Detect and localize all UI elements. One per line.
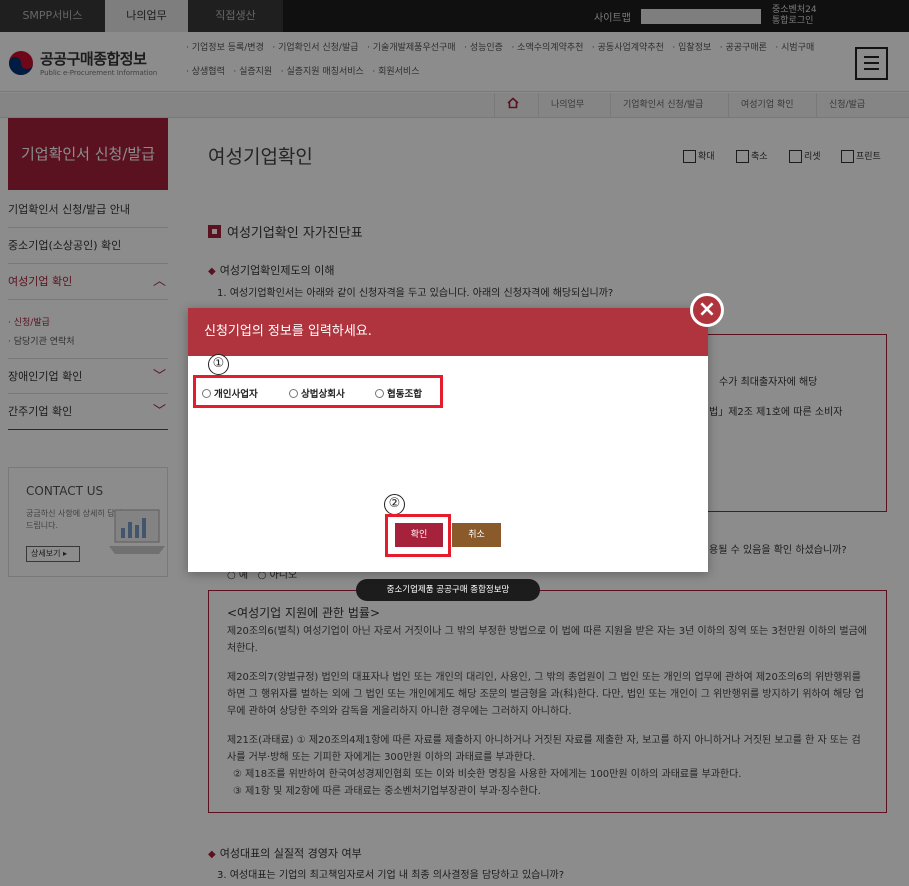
radio-icon[interactable] [202, 389, 211, 398]
option-label: 개인사업자 [214, 389, 258, 400]
modal-title: 신청기업의 정보를 입력하세요. [188, 308, 708, 356]
company-type-options: 개인사업자 상법상회사 협동조합 [193, 375, 443, 408]
callout-2: ② [384, 494, 405, 515]
option-label: 상법상회사 [301, 389, 345, 400]
option-sole-proprietor[interactable]: 개인사업자 [202, 386, 258, 400]
option-cooperative[interactable]: 협동조합 [375, 386, 422, 400]
callout-1: ① [208, 354, 229, 375]
radio-icon[interactable] [289, 389, 298, 398]
radio-icon[interactable] [375, 389, 384, 398]
company-info-modal: 신청기업의 정보를 입력하세요. ① 개인사업자 상법상회사 협동조합 ② 확인… [188, 308, 708, 572]
option-label: 협동조합 [387, 389, 422, 400]
close-icon[interactable]: × [690, 293, 724, 327]
cancel-button[interactable]: 취소 [452, 523, 501, 547]
option-commercial-corp[interactable]: 상법상회사 [289, 386, 345, 400]
tooltip: 중소기업제품 공공구매 종합정보망 [356, 579, 540, 601]
confirm-button[interactable]: 확인 [395, 523, 443, 547]
